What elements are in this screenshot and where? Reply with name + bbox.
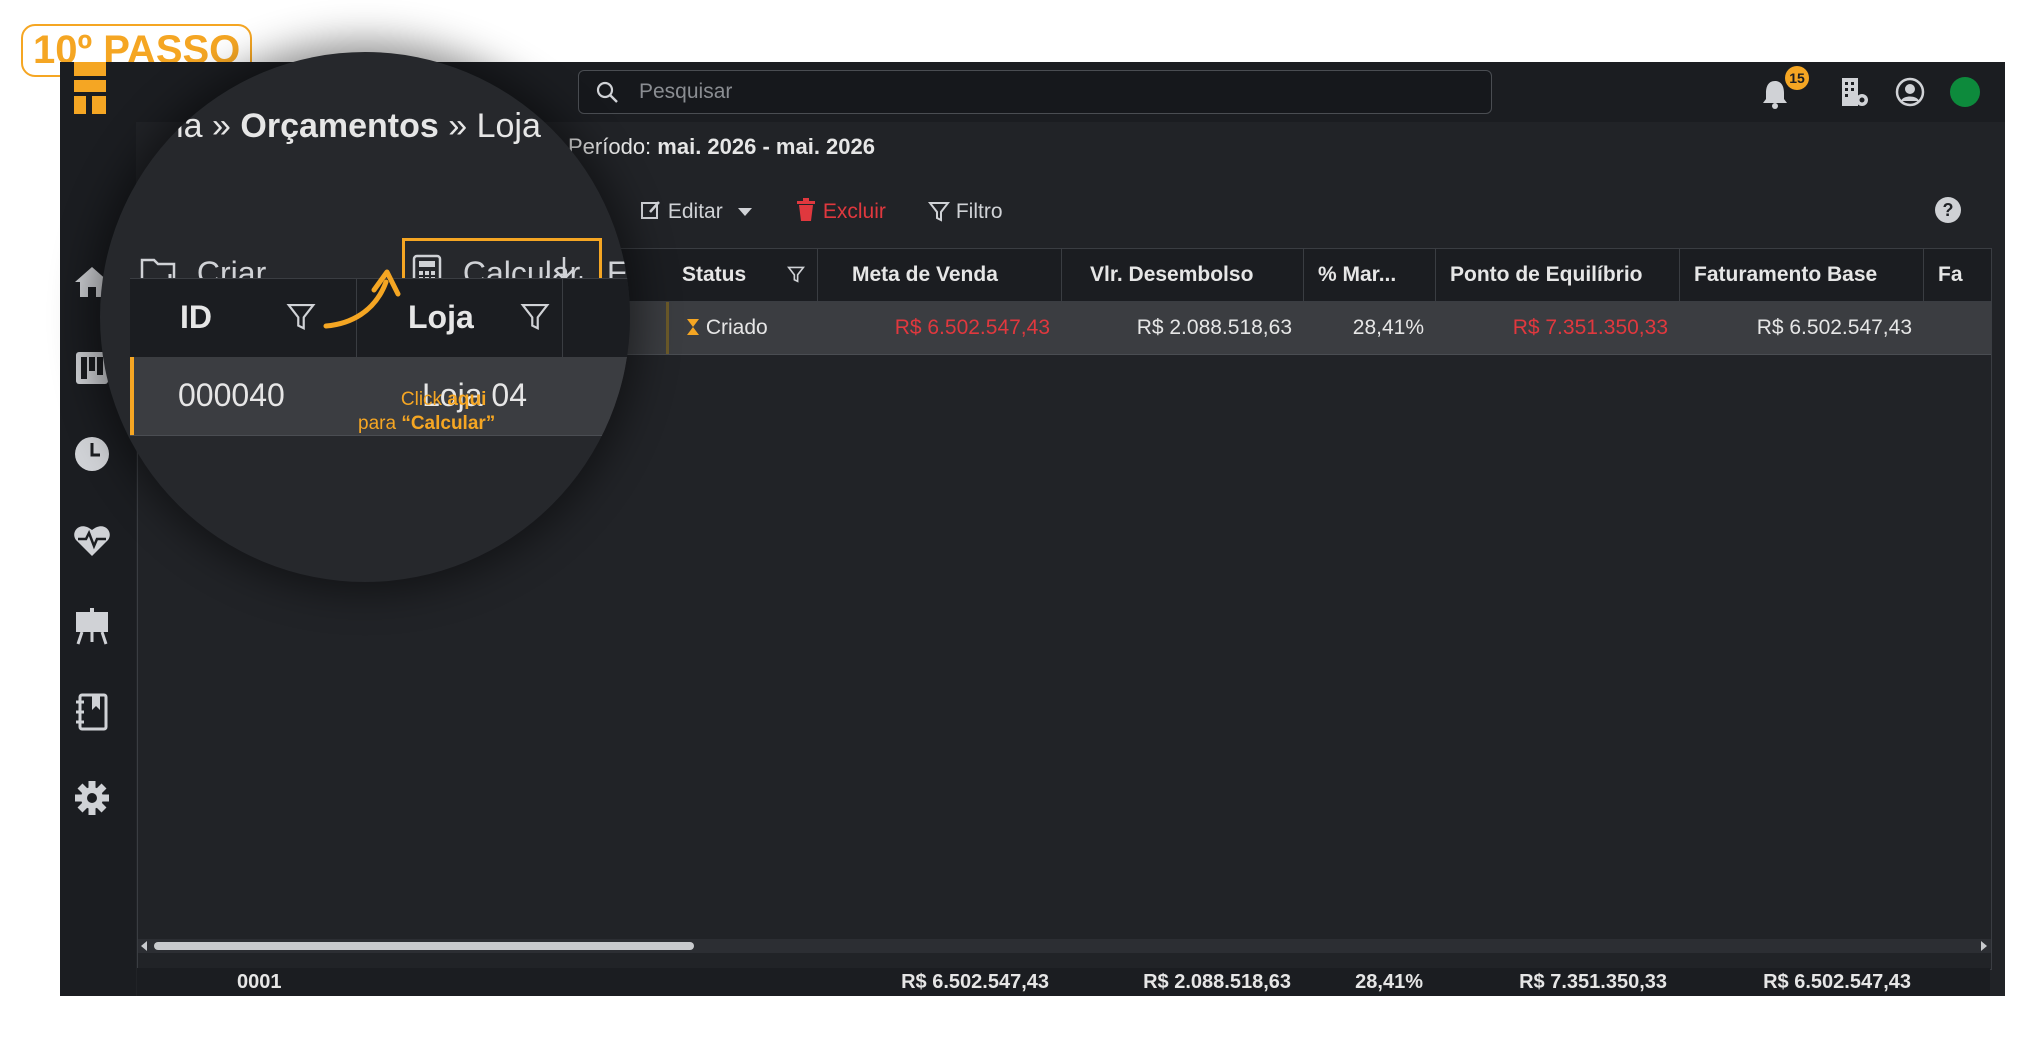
column-label: Status [682, 263, 747, 286]
grid-footer: 0001 R$ 6.502.547,43 R$ 2.088.518,63 28,… [137, 968, 1990, 996]
delete-button[interactable]: Excluir [795, 197, 886, 227]
breadcrumb-current[interactable]: Orçamentos [240, 107, 438, 145]
period-prefix: Período: [568, 134, 652, 159]
footer-margem: 28,41% [1355, 971, 1423, 993]
delete-label: Excluir [822, 200, 886, 223]
online-status-dot [1950, 77, 1980, 107]
edit-button[interactable]: Editar [640, 197, 753, 227]
column-label-id: ID [180, 299, 212, 335]
column-label-loja: Loja [408, 299, 474, 335]
hint-para: para [358, 413, 402, 434]
health-icon[interactable] [72, 520, 112, 560]
chevron-down-icon [737, 208, 752, 216]
notification-badge: 15 [1785, 66, 1809, 90]
click-hint-line2: para “Calcular” [358, 412, 495, 436]
filter-icon[interactable] [286, 301, 316, 331]
search-placeholder: Pesquisar [639, 80, 733, 103]
hint-click: Click [400, 389, 448, 410]
scroll-left-arrow[interactable] [141, 941, 147, 951]
edit-icon [641, 201, 660, 219]
cell-margem: 28,41% [1352, 316, 1424, 339]
period-value: mai. 2026 - mai. 2026 [657, 134, 875, 159]
footer-ponto-equilibrio: R$ 7.351.350,33 [1519, 971, 1667, 993]
cell-status: Criado [674, 302, 824, 354]
cell-meta-venda: R$ 6.502.547,43 [894, 316, 1050, 339]
hint-aqui: aqui [447, 389, 487, 410]
horizontal-scrollbar[interactable] [138, 939, 1991, 953]
presentation-icon[interactable] [72, 606, 112, 646]
scroll-thumb[interactable] [154, 942, 694, 950]
clock-icon[interactable] [72, 434, 112, 474]
cell-faturamento-base: R$ 6.502.547,43 [1756, 316, 1912, 339]
filter-icon[interactable] [520, 301, 550, 331]
breadcrumb-prefix: C [130, 125, 146, 150]
filter-icon [927, 202, 951, 222]
cell-id: 000040 [178, 377, 285, 413]
column-header-desembolso[interactable]: Vlr. Desembolso [1062, 249, 1304, 301]
contacts-book-icon[interactable] [72, 692, 112, 732]
cell-ponto-equilibrio: R$ 7.351.350,33 [1512, 316, 1668, 339]
hourglass-icon [687, 319, 699, 335]
row-separator [666, 302, 669, 354]
edit-label: Editar [667, 200, 723, 223]
search-icon [596, 81, 618, 103]
building-settings-icon[interactable] [1838, 76, 1870, 108]
scroll-right-arrow[interactable] [1981, 941, 1987, 951]
column-header-margem[interactable]: % Mar... [1304, 249, 1436, 301]
column-header-ponto-equilibrio[interactable]: Ponto de Equilíbrio [1436, 249, 1680, 301]
search-input[interactable]: Pesquisar [578, 70, 1492, 114]
hint-calcular: “Calcular” [401, 413, 496, 434]
breadcrumb-part1[interactable]: oria » [146, 107, 241, 145]
click-hint: Click aqui para “Calcular” [358, 388, 495, 436]
column-header-meta-venda[interactable]: Meta de Venda [818, 249, 1062, 301]
footer-desembolso: R$ 2.088.518,63 [1143, 971, 1291, 993]
gear-icon[interactable] [72, 778, 112, 818]
period-label: Período: mai. 2026 - mai. 2026 [568, 134, 875, 160]
column-header-partial[interactable]: Fa [1924, 249, 1991, 301]
row-accent [130, 357, 134, 435]
click-hint-line1: Click aqui [358, 388, 495, 412]
filter-icon[interactable] [787, 265, 805, 283]
filter-button[interactable]: Filtro [927, 197, 1003, 227]
footer-count: 0001 [237, 971, 282, 993]
app-logo[interactable] [74, 62, 106, 114]
user-account-icon[interactable] [1894, 76, 1926, 108]
column-header-faturamento-base[interactable]: Faturamento Base [1680, 249, 1924, 301]
footer-meta-venda: R$ 6.502.547,43 [901, 971, 1049, 993]
breadcrumb: Coria » Orçamentos » Loja [130, 107, 541, 151]
status-text: Criado [705, 316, 768, 339]
pointer-arrow-icon [323, 269, 401, 329]
filter-label: Filtro [955, 200, 1003, 223]
cell-desembolso: R$ 2.088.518,63 [1136, 316, 1292, 339]
breadcrumb-part2[interactable]: » Loja [439, 107, 541, 145]
magnifier-callout: Coria » Orçamentos » Loja Criar Calcular… [100, 52, 630, 582]
footer-faturamento-base: R$ 6.502.547,43 [1763, 971, 1911, 993]
help-icon[interactable]: ? [1935, 197, 1961, 223]
column-header-status[interactable]: Status [668, 249, 818, 301]
trash-icon [797, 198, 815, 221]
